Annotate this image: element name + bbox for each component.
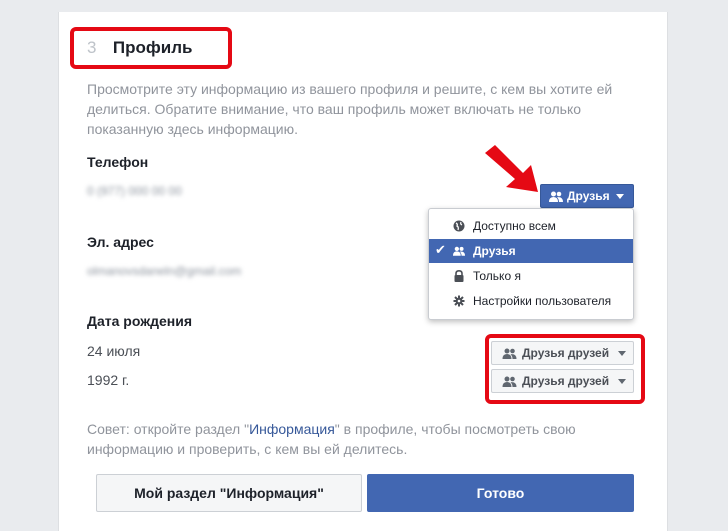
description-line: делиться. Обратите внимание, что ваш про… bbox=[87, 101, 582, 117]
tip-prefix: Совет: откройте раздел " bbox=[87, 421, 250, 437]
audience-option-label: Друзья bbox=[473, 244, 516, 258]
audience-option-only-me[interactable]: Только я bbox=[429, 264, 633, 288]
description-line: Просмотрите эту информацию из вашего про… bbox=[87, 81, 613, 97]
tip-text: Совет: откройте раздел "Информация" в пр… bbox=[87, 419, 627, 459]
chevron-down-icon bbox=[615, 193, 624, 199]
audience-dropdown-menu: Доступно всем ✔ Друзья Только я Настройк… bbox=[428, 208, 634, 320]
about-link[interactable]: Информация bbox=[249, 421, 335, 437]
phone-audience-label: Друзья bbox=[567, 189, 610, 203]
audience-option-custom[interactable]: Настройки пользователя bbox=[429, 289, 633, 313]
my-about-section-button[interactable]: Мой раздел "Информация" bbox=[96, 474, 362, 512]
lock-icon bbox=[454, 270, 464, 282]
audience-option-label: Доступно всем bbox=[473, 219, 556, 233]
red-arrow-annotation bbox=[485, 145, 538, 192]
audience-option-label: Настройки пользователя bbox=[473, 294, 612, 308]
phone-value: 0 (977) 000 00 00 bbox=[87, 184, 182, 198]
tip-suffix: " в профиле, чтобы посмотреть свою bbox=[334, 421, 576, 437]
step-description: Просмотрите эту информацию из вашего про… bbox=[87, 79, 627, 139]
birthday-year: 1992 г. bbox=[87, 372, 130, 388]
gear-icon bbox=[453, 295, 465, 307]
phone-label: Телефон bbox=[87, 154, 149, 170]
globe-icon bbox=[453, 220, 465, 232]
tip-line: Совет: откройте раздел "Информация" в пр… bbox=[87, 419, 627, 439]
birthday-day-month: 24 июля bbox=[87, 343, 141, 359]
friends-icon bbox=[549, 191, 563, 202]
done-button[interactable]: Готово bbox=[367, 474, 634, 512]
email-label: Эл. адрес bbox=[87, 234, 154, 250]
audience-option-public[interactable]: Доступно всем bbox=[429, 214, 633, 238]
phone-audience-button[interactable]: Друзья bbox=[540, 184, 634, 208]
step-title-highlight bbox=[70, 27, 232, 69]
checkmark-icon: ✔ bbox=[435, 242, 446, 257]
birthday-label: Дата рождения bbox=[87, 313, 193, 329]
tip-line: информацию и проверить, с кем вы ей дели… bbox=[87, 441, 408, 457]
description-line: показанную здесь информацию. bbox=[87, 121, 299, 137]
friends-icon bbox=[453, 246, 465, 256]
email-value: olmanovsdaneln@gmail.com bbox=[87, 264, 242, 278]
audience-option-friends[interactable]: ✔ Друзья bbox=[429, 239, 633, 263]
audience-buttons-highlight bbox=[485, 334, 645, 404]
audience-option-label: Только я bbox=[473, 269, 521, 283]
